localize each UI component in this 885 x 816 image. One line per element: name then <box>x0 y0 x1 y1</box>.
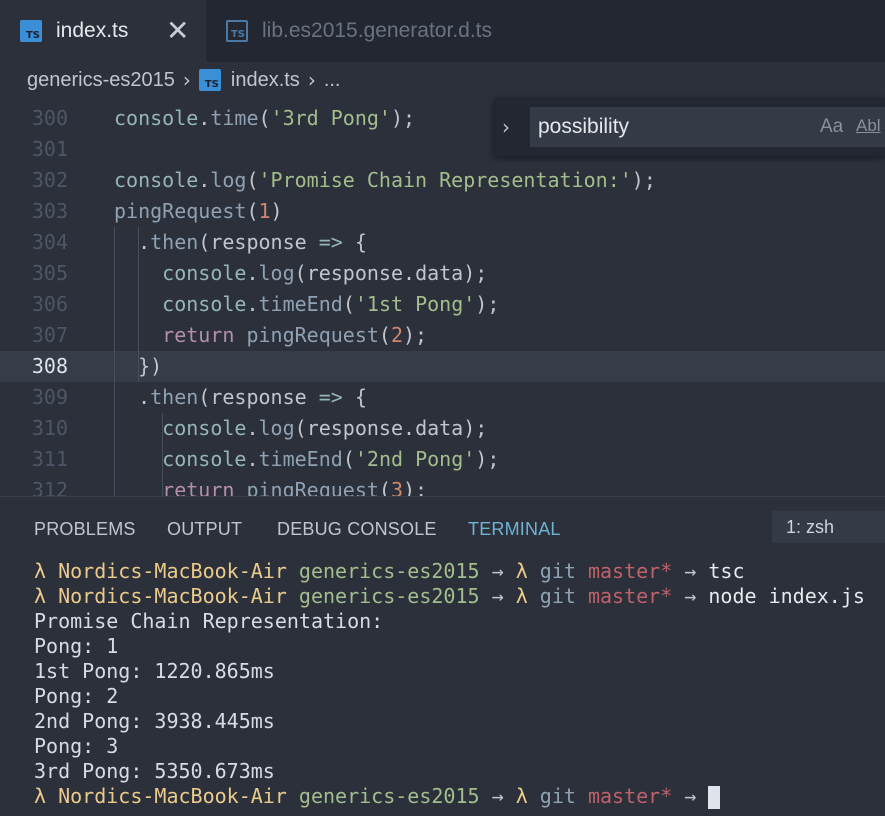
code-text: console.log(response.data); <box>162 261 488 285</box>
code-text: pingRequest(1) <box>114 199 283 223</box>
line-number: 301 <box>31 137 68 161</box>
indent-guide <box>114 227 115 496</box>
terminal-output-line: Pong: 3 <box>34 734 119 758</box>
line-number: 312 <box>31 478 68 496</box>
line-number: 308 <box>31 354 68 378</box>
line-number: 311 <box>31 447 68 471</box>
code-line[interactable]: 307 return pingRequest(2); <box>0 320 885 351</box>
code-text: console.time('3rd Pong'); <box>114 106 416 130</box>
terminal-output-line: 3rd Pong: 5350.673ms <box>34 759 275 783</box>
line-number: 306 <box>31 292 68 316</box>
terminal-output[interactable]: λ Nordics-MacBook-Air generics-es2015 → … <box>34 559 865 809</box>
code-text: console.log(response.data); <box>162 416 488 440</box>
tab-label: index.ts <box>56 19 129 42</box>
tab-debug-console[interactable]: DEBUG CONSOLE <box>277 519 437 540</box>
terminal-cursor <box>708 786 721 809</box>
typescript-file-icon: TS <box>198 69 221 91</box>
terminal-prompt-line: λ Nordics-MacBook-Air generics-es2015 → … <box>34 784 865 809</box>
tab-terminal[interactable]: TERMINAL <box>468 519 561 540</box>
line-number: 310 <box>31 416 68 440</box>
line-number: 309 <box>31 385 68 409</box>
terminal-output-line: Pong: 1 <box>34 634 119 658</box>
code-line[interactable]: 312 return pingRequest(3); <box>0 475 885 496</box>
toggle-replace-chevron-icon[interactable]: › <box>502 115 510 139</box>
line-number: 302 <box>31 168 68 192</box>
code-text: console.timeEnd('2nd Pong'); <box>162 447 500 471</box>
tab-label: lib.es2015.generator.d.ts <box>262 19 492 42</box>
terminal-prompt-line: λ Nordics-MacBook-Air generics-es2015 → … <box>34 559 745 583</box>
code-line[interactable]: 308 }) <box>0 351 885 382</box>
line-number: 305 <box>31 261 68 285</box>
chevron-right-icon: › <box>182 68 191 92</box>
typescript-file-icon: TS <box>20 20 42 42</box>
tab-problems[interactable]: PROBLEMS <box>34 519 136 540</box>
find-widget: › Aa Abl <box>494 98 885 156</box>
code-text: .then(response => { <box>114 230 367 254</box>
typescript-file-icon: TS <box>226 20 248 42</box>
code-editor[interactable]: 300 console.time('3rd Pong'); 301 302 consol… <box>0 98 885 496</box>
tab-output[interactable]: OUTPUT <box>167 519 242 540</box>
match-case-button[interactable]: Aa <box>820 116 843 138</box>
line-number: 300 <box>31 106 68 130</box>
breadcrumb: generics-es2015 › TS index.ts › ... <box>0 62 885 98</box>
code-line[interactable]: 304 .then(response => { <box>0 227 885 258</box>
close-icon[interactable]: ✕ <box>166 17 189 45</box>
code-line[interactable]: 311 console.timeEnd('2nd Pong'); <box>0 444 885 475</box>
terminal-prompt-line: λ Nordics-MacBook-Air generics-es2015 → … <box>34 584 865 608</box>
tab-index-ts[interactable]: TS index.ts ✕ <box>0 0 206 62</box>
code-text: console.log('Promise Chain Representatio… <box>114 168 656 192</box>
code-text: .then(response => { <box>114 385 367 409</box>
terminal-select[interactable]: 1: zsh <box>772 511 885 543</box>
code-line[interactable]: 305 console.log(response.data); <box>0 258 885 289</box>
line-number: 303 <box>31 199 68 223</box>
code-text: console.timeEnd('1st Pong'); <box>162 292 500 316</box>
line-number: 304 <box>31 230 68 254</box>
code-line[interactable]: 303 pingRequest(1) <box>0 196 885 227</box>
tab-lib-es2015-generator[interactable]: TS lib.es2015.generator.d.ts <box>206 0 546 62</box>
breadcrumb-symbol[interactable]: ... <box>324 69 341 92</box>
code-line[interactable]: 302 console.log('Promise Chain Representa… <box>0 165 885 196</box>
breadcrumb-folder[interactable]: generics-es2015 <box>27 69 175 92</box>
bottom-panel: PROBLEMS OUTPUT DEBUG CONSOLE TERMINAL 1… <box>0 496 885 816</box>
breadcrumb-file[interactable]: index.ts <box>231 69 300 92</box>
line-number: 307 <box>31 323 68 347</box>
indent-guide <box>162 413 164 496</box>
chevron-right-icon: › <box>307 68 316 92</box>
code-line[interactable]: 306 console.timeEnd('1st Pong'); <box>0 289 885 320</box>
tab-bar: TS index.ts ✕ TS lib.es2015.generator.d.… <box>0 0 885 62</box>
code-text: return pingRequest(3); <box>162 478 428 496</box>
terminal-output-line: Pong: 2 <box>34 684 119 708</box>
terminal-output-line: 1st Pong: 1220.865ms <box>34 659 275 683</box>
indent-guide <box>138 227 140 382</box>
terminal-output-line: 2nd Pong: 3938.445ms <box>34 709 275 733</box>
match-whole-word-button[interactable]: Abl <box>856 116 881 136</box>
code-line[interactable]: 309 .then(response => { <box>0 382 885 413</box>
code-text: return pingRequest(2); <box>162 323 428 347</box>
code-line[interactable]: 310 console.log(response.data); <box>0 413 885 444</box>
terminal-output-line: Promise Chain Representation: <box>34 609 384 633</box>
